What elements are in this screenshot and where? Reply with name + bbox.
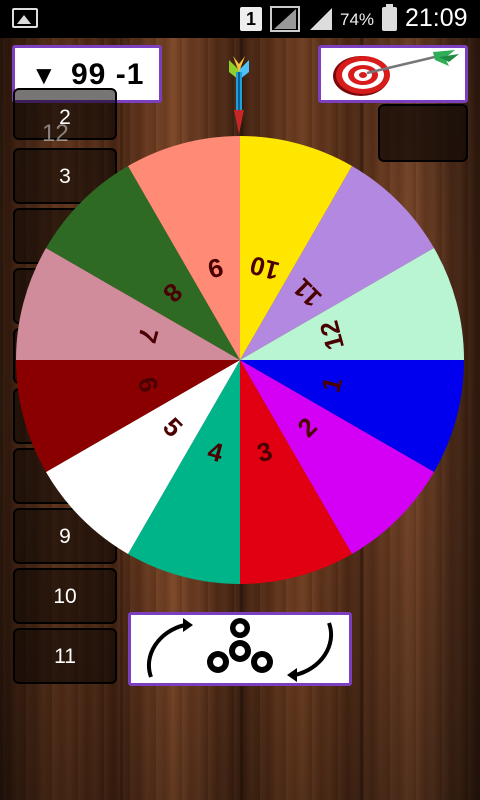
fidget-spinner-icon (147, 618, 333, 682)
dart-pointer-icon (229, 56, 249, 134)
spin-button[interactable] (128, 612, 352, 686)
